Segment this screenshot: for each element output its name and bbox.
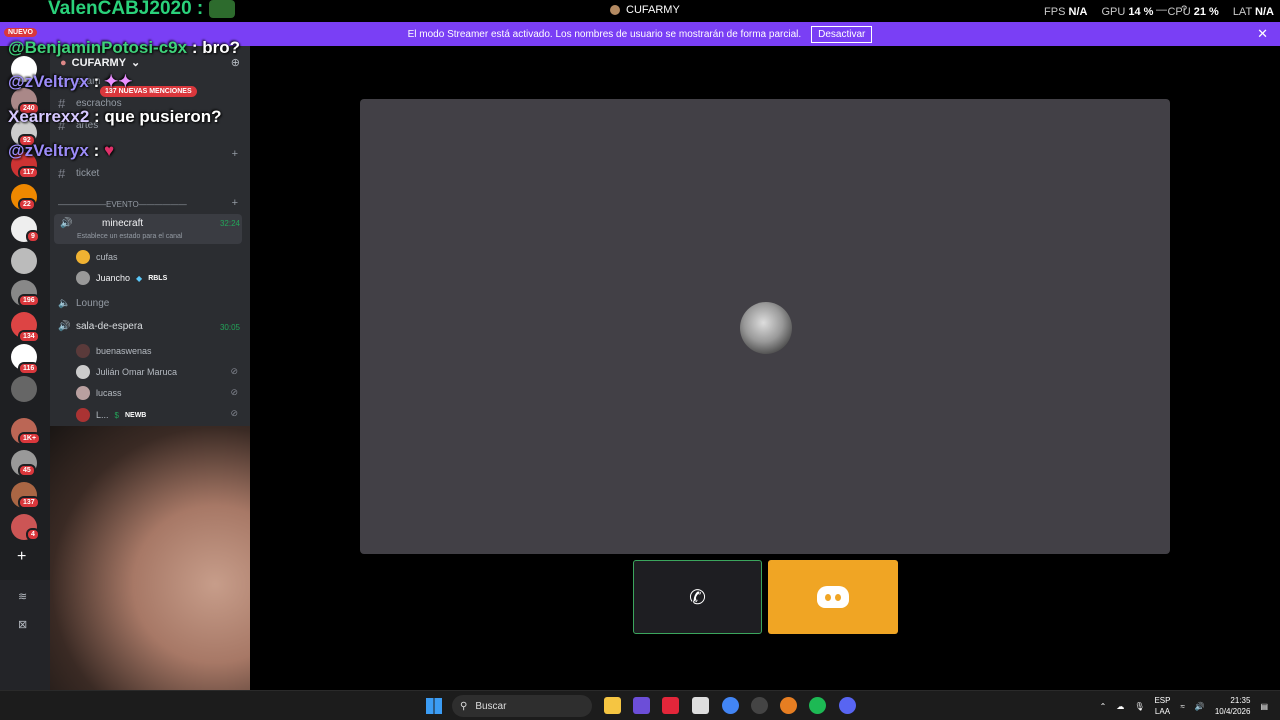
store-icon[interactable]: [692, 697, 709, 714]
banner-text: El modo Streamer está activado. Los nomb…: [407, 28, 802, 40]
server-icon: ●: [60, 56, 67, 69]
sparkle-icon: ✦✦: [103, 72, 133, 91]
channel-ticket[interactable]: # ticket: [58, 166, 99, 181]
discord-icon: [817, 586, 849, 608]
start-button[interactable]: [426, 698, 442, 714]
perf-stats: FPS N/A GPU 14 % CPU 21 % LAT N/A: [1044, 6, 1274, 18]
speaker-icon: 🔈: [58, 298, 71, 309]
avatar: [76, 365, 90, 379]
mention-badge: 196: [18, 294, 40, 307]
fps-stat: FPS N/A: [1044, 6, 1088, 18]
lat-stat: LAT N/A: [1232, 6, 1274, 18]
app-icon[interactable]: [751, 697, 768, 714]
add-server-button[interactable]: +: [17, 548, 26, 566]
dollar-icon: $: [114, 410, 119, 420]
chat-line: Xearrexx2 : que pusieron?: [8, 107, 222, 126]
voice-timer: 32:24: [219, 219, 240, 228]
mention-badge: 134: [18, 330, 40, 343]
app-icon[interactable]: [633, 697, 650, 714]
hash-icon: #: [58, 166, 66, 181]
mention-badge: 1K+: [18, 432, 42, 445]
speaker-icon: 🔊: [58, 321, 71, 332]
participant-avatar: [740, 302, 792, 354]
cloud-icon[interactable]: ☁: [1116, 702, 1124, 711]
rail-bottom: ≋ ⊠: [0, 580, 50, 690]
gpu-stat: GPU 14 %: [1101, 6, 1154, 18]
close-icon[interactable]: ✕: [1257, 26, 1268, 42]
channel-status-prompt[interactable]: Establece un estado para el canal: [77, 233, 182, 240]
volume-icon[interactable]: 🔊: [1195, 702, 1205, 711]
cpu-stat: CPU 21 %: [1167, 6, 1219, 18]
wifi-icon[interactable]: ≈: [1180, 702, 1184, 711]
voice-user[interactable]: L... $ NEWB: [76, 408, 146, 422]
add-channel-icon[interactable]: +: [232, 148, 238, 160]
avatar: [76, 408, 90, 422]
clock[interactable]: 21:35 10/4/2026: [1215, 695, 1251, 717]
mention-badge: 9: [26, 230, 40, 243]
window-title: CUFARMY: [610, 4, 680, 16]
mention-badge: 137: [18, 496, 40, 509]
avatar: [76, 250, 90, 264]
discord-icon[interactable]: [839, 697, 856, 714]
channel-sidebar: ● CUFARMY ⌄ ⊕ # spam 137 NUEVAS MENCIONE…: [50, 46, 250, 426]
voice-user[interactable]: Julián Omar Maruca: [76, 365, 177, 379]
server-icon[interactable]: [11, 376, 37, 402]
app-icon[interactable]: [662, 697, 679, 714]
notification-icon[interactable]: ▤: [1260, 702, 1268, 711]
discord-tile-button[interactable]: [768, 560, 898, 634]
mention-badge: 22: [18, 198, 36, 211]
voice-channel-sala-de-espera[interactable]: 🔊 sala-de-espera: [58, 321, 143, 332]
chat-line: @zVeltryx : ✦✦: [8, 72, 133, 91]
spotify-icon[interactable]: [809, 697, 826, 714]
mention-badge: 45: [18, 464, 36, 477]
chat-overlay-top: ValenCABJ2020 :: [48, 0, 235, 20]
taskbar-search[interactable]: ⚲ Buscar: [452, 695, 592, 717]
search-icon: ⚲: [460, 700, 468, 712]
mention-badge: 116: [18, 362, 40, 375]
deafened-icon: ⊘: [230, 387, 238, 397]
voice-user[interactable]: lucass: [76, 386, 122, 400]
voice-timer: 30:05: [219, 323, 240, 332]
mention-badge: 117: [18, 166, 40, 179]
chat-line: @BenjaminPotosi-c9x : bro?: [8, 38, 240, 57]
rss-icon[interactable]: ≋: [18, 590, 27, 603]
file-explorer-icon[interactable]: [604, 697, 621, 714]
chevron-up-icon[interactable]: ⌃: [1100, 702, 1107, 711]
chrome-icon[interactable]: [780, 697, 797, 714]
server-icon: [610, 5, 620, 15]
emote-icon: [208, 0, 235, 18]
phone-icon: ✆: [689, 586, 706, 609]
input-language[interactable]: ESP LAA: [1154, 695, 1170, 717]
avatar: [76, 271, 90, 285]
mention-badge: 4: [26, 528, 40, 541]
voice-user[interactable]: buenaswenas: [76, 344, 152, 358]
add-channel-icon[interactable]: +: [232, 197, 238, 209]
speaker-icon: 🔊: [60, 218, 73, 229]
voice-user[interactable]: Juancho ◆ RBLS: [76, 271, 167, 285]
heart-icon: ♥: [103, 141, 115, 160]
chat-line: @zVeltryx : ♥: [8, 141, 115, 160]
mic-icon[interactable]: 🎙: [1134, 702, 1144, 711]
deafened-icon: ⊘: [230, 408, 238, 418]
voice-channel-lounge[interactable]: 🔈 Lounge: [58, 298, 109, 309]
camera-off-icon[interactable]: ⊠: [18, 618, 27, 631]
taskbar: ⚲ Buscar ⌃ ☁ 🎙 ESP LAA ≈ 🔊 21:35 10/4/20…: [0, 690, 1280, 720]
deactivate-button[interactable]: Desactivar: [811, 25, 873, 43]
chrome-icon[interactable]: [722, 697, 739, 714]
avatar: [76, 386, 90, 400]
category-evento[interactable]: ——————EVENTO——————: [58, 200, 187, 209]
call-tile-button[interactable]: ✆: [633, 560, 762, 634]
server-icon[interactable]: [11, 248, 37, 274]
avatar: [76, 344, 90, 358]
system-tray: ⌃ ☁ 🎙 ESP LAA ≈ 🔊 21:35 10/4/2026 ▤: [1100, 695, 1268, 717]
new-badge: NUEVO: [4, 28, 37, 37]
deafened-icon: ⊘: [230, 366, 238, 376]
voice-user[interactable]: cufas: [76, 250, 118, 264]
diamond-icon: ◆: [136, 273, 143, 283]
